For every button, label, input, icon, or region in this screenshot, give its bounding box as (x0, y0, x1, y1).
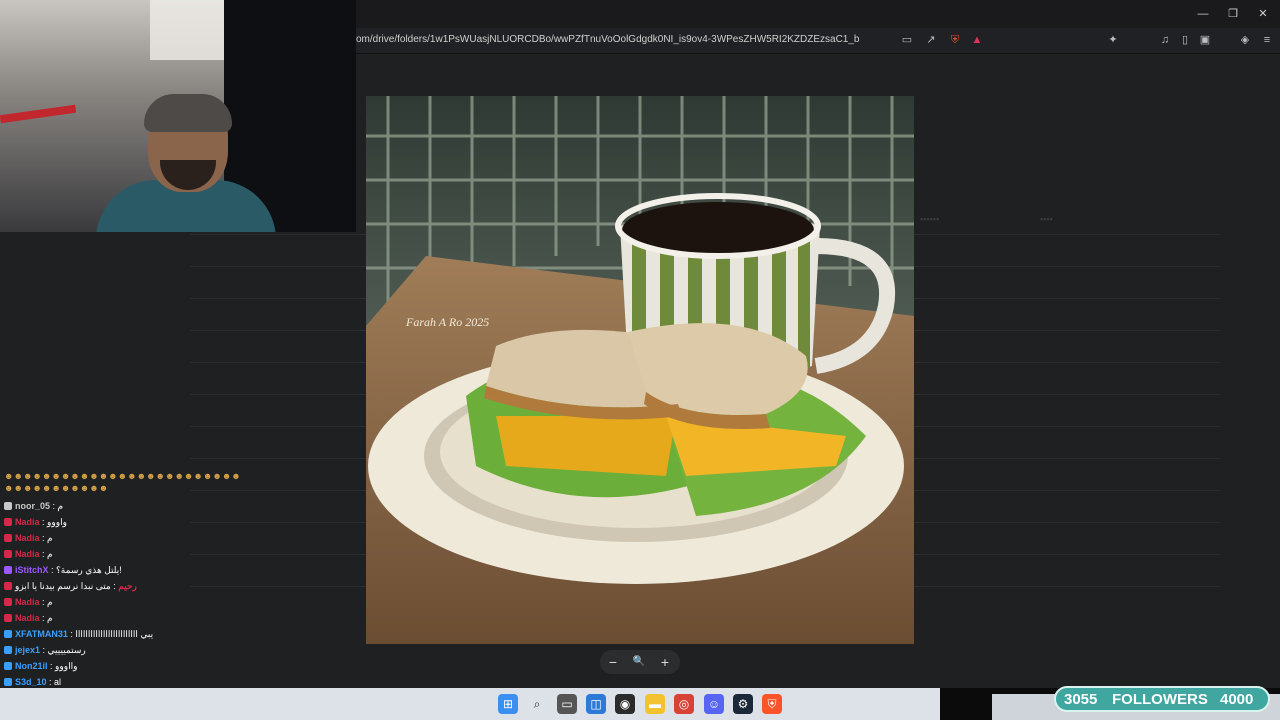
stream-chat: ☻☻☻☻☻☻☻☻☻☻☻☻☻☻☻☻☻☻☻☻☻☻☻☻☻ ☻☻☻☻☻☻☻☻☻☻☻ no… (0, 468, 330, 720)
chat-message: Non21il : وااووو (4, 660, 77, 672)
chat-message: Nadia : واووو (4, 516, 67, 528)
chat-username[interactable]: Nadia (15, 549, 40, 559)
sidebar-icon[interactable]: ▯ (1178, 33, 1192, 47)
file-explorer-icon[interactable]: ▬ (645, 694, 665, 714)
drive-column-modified: ▪▪▪▪▪▪ (920, 214, 940, 224)
chat-message: Nadia : م (4, 532, 53, 544)
zoom-out-button[interactable]: − (604, 653, 622, 671)
chat-badge-icon (4, 614, 12, 622)
chat-message: رحيم : متى نبدا نرسم بيدنا يا ابزو (4, 580, 137, 592)
chat-username[interactable]: Nadia (15, 517, 40, 527)
chat-badge-icon (4, 566, 12, 574)
media-icon[interactable]: ♫ (1158, 33, 1172, 47)
chat-text: : متى نبدا نرسم بيدنا يا ابزو (15, 581, 119, 591)
discord-icon[interactable]: ☺ (704, 694, 724, 714)
windows-start-icon[interactable]: ⊞ (498, 694, 518, 714)
chat-username[interactable]: XFATMAN31 (15, 629, 68, 639)
chat-username[interactable]: S3d_10 (15, 677, 47, 687)
extensions-icon[interactable]: ✦ (1106, 33, 1120, 47)
chat-text: : م (39, 533, 53, 543)
chat-message: jejex1 : رستمييييي (4, 644, 86, 656)
url-text[interactable]: om/drive/folders/1w1PsWUasjNLUORCDBo/wwP… (356, 34, 860, 45)
follower-goal-bar: 3055 FOLLOWERS 4000 (1054, 686, 1270, 712)
store-icon[interactable]: ◫ (586, 694, 606, 714)
chat-message: noor_05 : م (4, 500, 63, 512)
chat-text: : وااووو (47, 661, 78, 671)
follower-count: 3055 (1064, 691, 1098, 708)
chat-message: Nadia : م (4, 596, 53, 608)
chat-username[interactable]: iStitchX (15, 565, 49, 575)
chat-message: iStitchX : يلتل هذي رسمة؟! (4, 564, 122, 576)
maximize-button[interactable]: ❐ (1224, 6, 1242, 22)
streamer-cap (144, 94, 232, 132)
minimize-button[interactable]: — (1194, 6, 1212, 22)
cast-icon[interactable]: ▭ (900, 33, 914, 47)
chat-username[interactable]: Nadia (15, 597, 40, 607)
share-icon[interactable]: ↗ (924, 33, 938, 47)
chat-emote-row: ☻☻☻☻☻☻☻☻☻☻☻☻☻☻☻☻☻☻☻☻☻☻☻☻☻ (4, 471, 241, 481)
chat-text: : رستمييييي (40, 645, 86, 655)
task-view-icon[interactable]: ▭ (557, 694, 577, 714)
follower-goal: 4000 (1220, 691, 1254, 708)
chat-message: S3d_10 : al (4, 676, 61, 688)
artwork-image: Farah A Ro 2025 (366, 96, 914, 644)
vpn-icon[interactable]: ◈ (1238, 33, 1252, 47)
chat-emote-row: ☻☻☻☻☻☻☻☻☻☻☻ (4, 483, 109, 493)
chat-text: : al (46, 677, 62, 687)
chat-badge-icon (4, 534, 12, 542)
microphone-arm (0, 104, 77, 124)
close-window-button[interactable]: ✕ (1254, 6, 1272, 22)
chat-badge-icon (4, 518, 12, 526)
chat-username[interactable]: Non21il (15, 661, 48, 671)
ceiling-light (150, 0, 230, 60)
zoom-controls: − 🔍 + (600, 650, 680, 674)
wallet-icon[interactable]: ▣ (1198, 33, 1212, 47)
chat-message: Nadia : م (4, 548, 53, 560)
webcam-overlay (0, 0, 356, 232)
chat-badge-icon (4, 662, 12, 670)
chat-badge-icon (4, 582, 12, 590)
chat-badge-icon (4, 550, 12, 558)
chat-text: : واووو (39, 517, 67, 527)
steam-icon[interactable]: ⚙ (733, 694, 753, 714)
chat-badge-icon (4, 646, 12, 654)
brave-rewards-icon[interactable]: ▲ (970, 33, 984, 47)
chat-username[interactable]: Nadia (15, 533, 40, 543)
zoom-icon[interactable]: 🔍 (630, 653, 648, 671)
search-icon[interactable]: ⌕ (527, 694, 547, 714)
chat-text: : يلتل هذي رسمة؟! (48, 565, 122, 575)
chat-message: Nadia : م (4, 612, 53, 624)
chat-badge-icon (4, 630, 12, 638)
chrome-icon[interactable]: ◎ (674, 694, 694, 714)
chat-message: XFATMAN31 : يبي اااااااااااااااااااااااا… (4, 628, 153, 640)
chat-badge-icon (4, 598, 12, 606)
menu-icon[interactable]: ≡ (1260, 33, 1274, 47)
chat-username[interactable]: رحيم (118, 581, 137, 591)
zoom-in-button[interactable]: + (656, 653, 674, 671)
chat-text: : م (39, 597, 53, 607)
chat-username[interactable]: Nadia (15, 613, 40, 623)
chat-text: : م (39, 549, 53, 559)
brave-icon[interactable]: ⛨ (762, 694, 782, 714)
chat-username[interactable]: noor_05 (15, 501, 50, 511)
chat-text: : م (50, 501, 64, 511)
artwork-signature: Farah A Ro 2025 (405, 315, 489, 329)
drive-column-size: ▪▪▪▪ (1040, 214, 1053, 224)
obs-icon[interactable]: ◉ (615, 694, 635, 714)
sandwich-coffee-illustration: Farah A Ro 2025 (366, 96, 914, 644)
chat-badge-icon (4, 678, 12, 686)
chat-username[interactable]: jejex1 (15, 645, 40, 655)
chat-text: : يبي ااااااااااااااااااااااااا (67, 629, 154, 639)
follower-label: FOLLOWERS (1112, 691, 1208, 708)
brave-shield-icon[interactable]: ⛨ (948, 33, 962, 47)
windows-taskbar (0, 688, 940, 720)
chat-text: : م (39, 613, 53, 623)
chat-badge-icon (4, 502, 12, 510)
